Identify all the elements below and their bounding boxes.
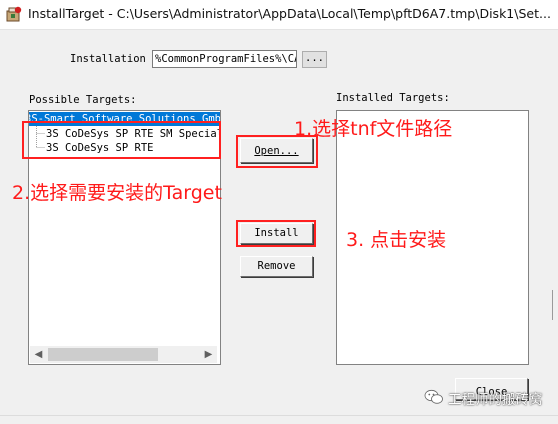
browse-button[interactable]: ... — [302, 51, 327, 68]
targets-highlight-box — [22, 121, 221, 159]
scroll-left-icon[interactable]: ◀ — [30, 346, 47, 363]
background-window-strip — [0, 415, 558, 424]
app-icon — [6, 6, 22, 22]
title-bar[interactable]: InstallTarget - C:\Users\Administrator\A… — [0, 0, 558, 30]
remove-button[interactable]: Remove — [240, 256, 313, 277]
installation-path-value: %CommonProgramFiles%\CA — [155, 53, 297, 65]
scroll-right-icon[interactable]: ▶ — [200, 346, 217, 363]
installation-path-field[interactable]: %CommonProgramFiles%\CA — [152, 50, 297, 68]
installation-label: Installation — [70, 53, 146, 65]
installed-targets-label: Installed Targets: — [336, 92, 450, 104]
annotation-step3: 3. 点击安装 — [346, 229, 447, 251]
annotation-step2: 2.选择需要安装的Target — [12, 182, 222, 204]
horizontal-scrollbar[interactable]: ◀ ▶ — [30, 346, 217, 363]
possible-targets-label: Possible Targets: — [29, 94, 137, 106]
window-title: InstallTarget - C:\Users\Administrator\A… — [28, 6, 551, 21]
install-highlight-box — [236, 220, 316, 247]
wechat-icon — [424, 389, 443, 404]
window-edge — [552, 290, 558, 320]
watermark-text: 工程师的搬砖窝 — [448, 392, 543, 408]
install-target-window: InstallTarget - C:\Users\Administrator\A… — [0, 0, 558, 424]
scrollbar-thumb[interactable] — [48, 348, 158, 361]
annotation-step1: 1.选择tnf文件路径 — [294, 118, 453, 140]
